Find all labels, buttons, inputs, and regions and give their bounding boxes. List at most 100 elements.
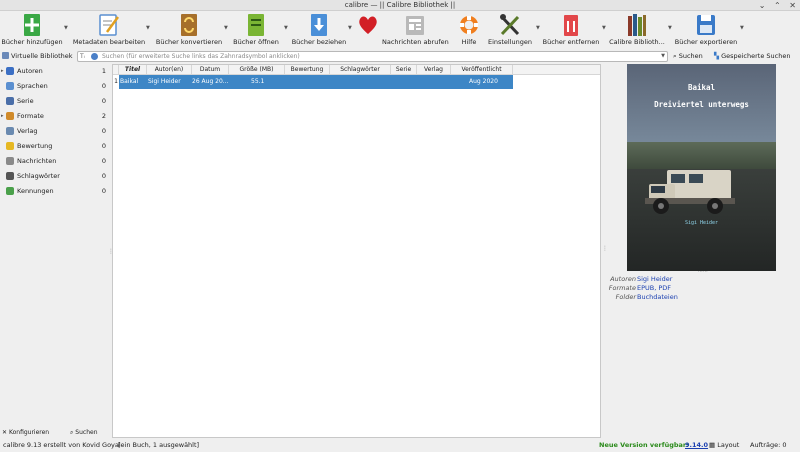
- tag-count: 0: [101, 172, 106, 180]
- detail-value-link[interactable]: EPUB, PDF: [637, 284, 671, 293]
- calibre-library-dropdown-icon[interactable]: ▼: [668, 25, 672, 31]
- help-button[interactable]: Hilfe: [454, 11, 484, 49]
- cell-series: [391, 75, 417, 89]
- saved-searches-button[interactable]: ▚ Gespeicherte Suchen: [714, 51, 790, 62]
- tag-label: Sprachen: [17, 82, 48, 90]
- column-header-publisher[interactable]: Verlag: [417, 65, 451, 75]
- tag-category-news[interactable]: Nachrichten 0: [0, 154, 110, 168]
- column-header-authors[interactable]: Autor(en): [147, 65, 192, 75]
- layout-icon: ▦: [709, 441, 716, 449]
- add-books-dropdown-icon[interactable]: ▼: [64, 25, 68, 31]
- tag-category-rating[interactable]: Bewertung 0: [0, 139, 110, 153]
- detail-value-link[interactable]: Sigi Heider: [637, 275, 672, 284]
- tag-category-publisher[interactable]: Verlag 0: [0, 124, 110, 138]
- expand-arrow-icon[interactable]: ▸: [1, 109, 4, 123]
- convert-books-button[interactable]: ▼ Bücher konvertieren: [154, 11, 228, 49]
- help-label: Hilfe: [461, 38, 477, 46]
- edit-metadata-icon: [99, 14, 120, 36]
- expand-arrow-icon[interactable]: ▸: [1, 64, 4, 78]
- view-books-button[interactable]: ▼ Bücher öffnen: [230, 11, 288, 49]
- get-books-button[interactable]: ▼ Bücher beziehen: [288, 11, 352, 49]
- column-header-published[interactable]: Veröffentlicht: [451, 65, 513, 75]
- convert-books-dropdown-icon[interactable]: ▼: [224, 25, 228, 31]
- magnifier-icon: ⌕: [70, 429, 74, 436]
- publisher-icon: [6, 127, 14, 135]
- column-header-date[interactable]: Datum: [192, 65, 229, 75]
- column-header-tags[interactable]: Schlagwörter: [330, 65, 391, 75]
- export-books-dropdown-icon[interactable]: ▼: [740, 25, 744, 31]
- cell-title: Baikal: [120, 78, 139, 85]
- tag-label: Nachrichten: [17, 157, 57, 165]
- layout-button[interactable]: ▦ Layout: [709, 439, 739, 452]
- book-cover[interactable]: Baikal Dreiviertel unterwegs Sigi Heider: [627, 64, 776, 271]
- tag-count: 0: [101, 157, 106, 165]
- tag-count: 0: [101, 97, 106, 105]
- tag-label: Verlag: [17, 127, 38, 135]
- configure-button[interactable]: ✕ Konfigurieren: [2, 428, 49, 438]
- cover-subtitle: Dreiviertel unterwegs: [654, 100, 749, 109]
- configure-label: Konfigurieren: [8, 429, 50, 436]
- donate-button[interactable]: [354, 11, 382, 49]
- search-bar: Virtuelle Bibliothek Tᵢ Suchen (für erwe…: [0, 50, 800, 63]
- tag-category-series[interactable]: Serie 0: [0, 94, 110, 108]
- search-options-icon[interactable]: Tᵢ: [80, 52, 85, 61]
- library-icon: [628, 14, 646, 36]
- close-button[interactable]: ✕: [789, 1, 796, 10]
- calibre-library-button[interactable]: ▼ Calibre Biblioth...: [606, 11, 672, 49]
- preferences-label: Einstellungen: [487, 38, 533, 46]
- tag-category-formats[interactable]: ▸ Formate 2: [0, 109, 110, 123]
- rating-star-icon: [6, 142, 14, 150]
- get-books-dropdown-icon[interactable]: ▼: [348, 25, 352, 31]
- search-history-dropdown-icon[interactable]: ▼: [661, 52, 665, 61]
- cell-size: 55.1: [251, 78, 265, 85]
- tag-category-tags[interactable]: Schlagwörter 0: [0, 169, 110, 183]
- tag-category-authors[interactable]: ▸ Autoren 1: [0, 64, 110, 78]
- cover-author: Sigi Heider: [684, 220, 719, 226]
- cell-tags: [330, 75, 390, 89]
- search-button[interactable]: ⌕ Suchen: [673, 51, 703, 62]
- fetch-news-label: Nachrichten abrufen: [382, 38, 449, 46]
- advanced-search-gear-icon[interactable]: [91, 53, 98, 60]
- cover-vehicle-image: [645, 170, 735, 214]
- cell-publisher: [417, 75, 451, 89]
- tag-category-languages[interactable]: Sprachen 0: [0, 79, 110, 93]
- selection-info: [ein Buch, 1 ausgewählt]: [118, 441, 200, 449]
- add-books-button[interactable]: ▼ Bücher hinzufügen: [0, 11, 68, 49]
- virtual-library-button[interactable]: Virtuelle Bibliothek: [2, 51, 73, 62]
- detail-key: Formate: [608, 284, 636, 292]
- edit-metadata-button[interactable]: ▼ Metadaten bearbeiten: [72, 11, 150, 49]
- export-books-label: Bücher exportieren: [674, 38, 738, 46]
- fetch-news-button[interactable]: Nachrichten abrufen: [382, 11, 449, 49]
- remove-books-button[interactable]: ▼ Bücher entfernen: [540, 11, 606, 49]
- column-header-size[interactable]: Größe (MB): [229, 65, 285, 75]
- add-book-icon: [24, 14, 40, 36]
- cell-date: 26 Aug 20...: [192, 78, 228, 85]
- detail-row-folder: Folder Buchdateien: [604, 293, 800, 302]
- formats-icon: [6, 112, 14, 120]
- maximize-button[interactable]: ⌃: [774, 1, 781, 10]
- update-version-link[interactable]: 9.14.0: [685, 439, 708, 452]
- tag-count: 0: [101, 187, 106, 195]
- remove-books-label: Bücher entfernen: [542, 38, 600, 46]
- configure-tools-icon: ✕: [2, 429, 8, 436]
- update-available-label: Neue Version verfügbar:: [599, 441, 689, 449]
- column-header-title[interactable]: Titel: [119, 65, 147, 75]
- export-books-button[interactable]: ▼ Bücher exportieren: [674, 11, 744, 49]
- tag-category-identifiers[interactable]: Kennungen 0: [0, 184, 110, 198]
- minimize-button[interactable]: ⌄: [759, 1, 766, 10]
- tag-label: Formate: [17, 112, 44, 120]
- column-header-rating[interactable]: Bewertung: [285, 65, 330, 75]
- jobs-indicator[interactable]: Aufträge: 0: [750, 439, 786, 452]
- preferences-button[interactable]: ▼ Einstellungen: [484, 11, 540, 49]
- preferences-tools-icon: [500, 14, 520, 36]
- download-books-icon: [311, 14, 327, 36]
- tag-label: Schlagwörter: [17, 172, 60, 180]
- column-header-series[interactable]: Serie: [391, 65, 417, 75]
- edit-metadata-dropdown-icon[interactable]: ▼: [146, 25, 150, 31]
- tag-search-button[interactable]: ⌕ Suchen: [70, 428, 98, 438]
- table-row[interactable]: 1 Baikal Sigi Heider 26 Aug 20... 55.1 A…: [113, 75, 513, 89]
- convert-books-label: Bücher konvertieren: [155, 38, 223, 46]
- detail-value-link[interactable]: Buchdateien: [637, 293, 678, 302]
- book-list-table[interactable]: Titel Autor(en) Datum Größe (MB) Bewertu…: [112, 64, 601, 438]
- search-input[interactable]: Tᵢ Suchen (für erweiterte Suche links da…: [77, 51, 668, 62]
